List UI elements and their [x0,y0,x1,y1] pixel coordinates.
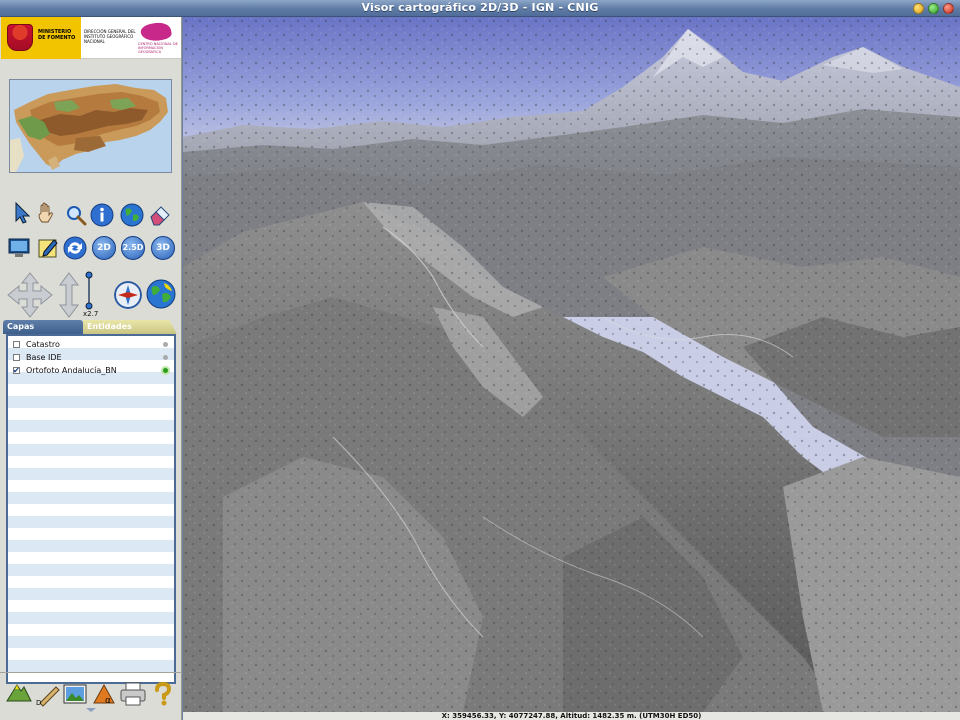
globe-icon[interactable] [120,203,144,227]
window-title: Visor cartográfico 2D/3D - IGN - CNIG [361,1,599,14]
layer-status-icon [163,342,168,347]
layer-name: Catastro [26,340,60,349]
logo-banner: MINISTERIO DE FOMENTO DIRECCIÓN GENERAL … [1,17,181,59]
terrain-scene [183,17,960,712]
cnig-text: CENTRO NACIONAL DE INFORMACIÓN GEOGRÁFIC… [138,42,178,54]
info-icon[interactable] [90,203,114,227]
layer-checkbox[interactable] [13,364,20,377]
layer-name: Base IDE [26,353,62,362]
layer-row-catastro[interactable]: Catastro [8,338,174,351]
terrain-icon[interactable] [5,681,33,705]
overview-map[interactable] [9,79,172,173]
select-arrow-icon[interactable] [11,201,35,225]
title-bar: Visor cartográfico 2D/3D - IGN - CNIG [0,0,960,17]
photo-icon[interactable] [62,681,88,707]
tab-entidades[interactable]: Entidades [83,320,177,334]
layers-list: Catastro Base IDE Ortofoto Andalucía_BN [6,334,176,684]
minimize-button[interactable] [913,3,924,14]
alpha-icon[interactable]: α [91,681,117,707]
eraser-icon[interactable] [148,203,172,227]
globe-view-icon[interactable] [146,279,176,309]
panel-tabs: Capas Entidades [3,320,179,334]
svg-text:α: α [105,696,111,706]
coat-of-arms-icon [7,24,33,51]
svg-text:D: D [36,699,41,707]
status-bar: X: 359456.33, Y: 4077247.88, Altitud: 14… [183,712,960,720]
monitor-icon[interactable] [7,236,31,260]
exaggeration-slider[interactable] [84,271,94,311]
3d-view-canvas[interactable] [183,17,960,712]
ministerio-logo: MINISTERIO DE FOMENTO [1,17,81,59]
view-2d-button[interactable]: 2D [92,236,116,260]
ministerio-text: MINISTERIO DE FOMENTO [38,29,76,41]
cnig-logo-icon [139,20,173,44]
chevron-down-icon[interactable] [85,707,97,713]
layer-row-base-ide[interactable]: Base IDE [8,351,174,364]
layer-active-icon [163,368,168,373]
layer-checkbox[interactable] [13,354,20,361]
pan-arrows-icon[interactable] [5,271,55,319]
refresh-icon[interactable] [63,236,87,260]
compass-icon[interactable] [114,281,142,309]
exaggeration-label: x2.7 [83,310,99,318]
layer-row-ortofoto[interactable]: Ortofoto Andalucía_BN [8,364,174,377]
edit-map-icon[interactable] [36,236,60,260]
layer-checkbox[interactable] [13,341,20,348]
pan-hand-icon[interactable] [34,201,58,225]
andalucia-map-icon [10,80,171,172]
view-3d-button[interactable]: 3D [151,236,175,260]
left-panel: MINISTERIO DE FOMENTO DIRECCIÓN GENERAL … [0,17,182,720]
ruler-icon[interactable]: D [34,681,60,707]
close-button[interactable] [943,3,954,14]
print-icon[interactable] [119,681,147,707]
tab-capas[interactable]: Capas [3,320,83,334]
zoom-magnifier-icon[interactable] [64,203,88,227]
maximize-button[interactable] [928,3,939,14]
tilt-arrows-icon[interactable] [58,271,80,319]
layer-status-icon [163,355,168,360]
direccion-general-text: DIRECCIÓN GENERAL DEL INSTITUTO GEOGRÁFI… [84,29,136,44]
help-icon[interactable] [149,681,175,707]
layer-name: Ortofoto Andalucía_BN [26,366,117,375]
bottom-toolbar: D α [0,672,182,712]
view-25d-button[interactable]: 2.5D [121,236,145,260]
